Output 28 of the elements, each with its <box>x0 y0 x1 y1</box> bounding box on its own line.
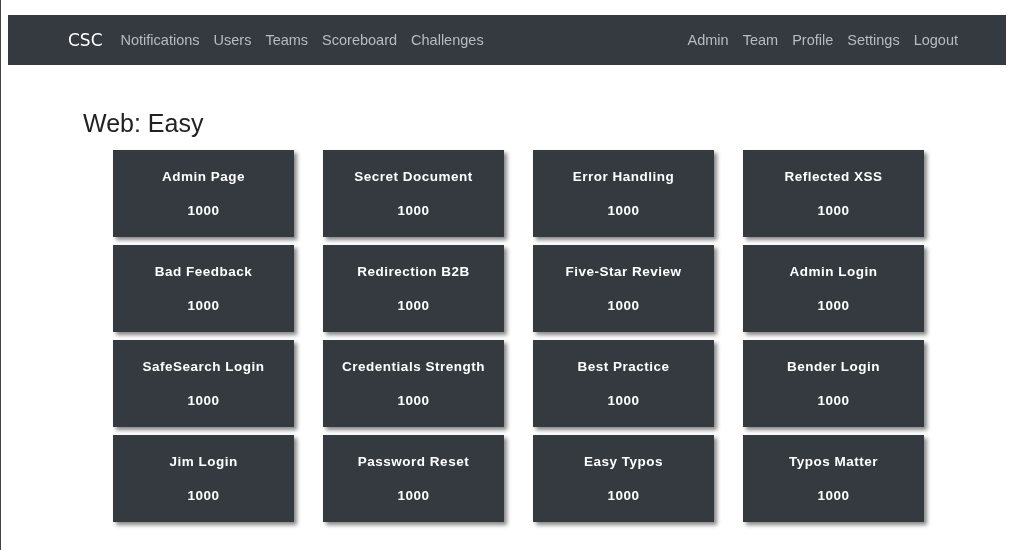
challenge-button[interactable]: Jim Login 1000 <box>113 435 294 522</box>
nav-link[interactable]: Users <box>213 32 252 48</box>
nav-link[interactable]: Notifications <box>120 32 200 48</box>
challenge-button[interactable]: Typos Matter 1000 <box>743 435 924 522</box>
nav-link[interactable]: Scoreboard <box>322 32 398 48</box>
nav-link[interactable]: Team <box>742 32 779 48</box>
nav-link[interactable]: Admin <box>687 32 729 48</box>
challenge-button[interactable]: Reflected XSS 1000 <box>743 150 924 237</box>
nav-link[interactable]: Profile <box>792 32 834 48</box>
challenge-button[interactable]: Redirection B2B 1000 <box>323 245 504 332</box>
challenge-button[interactable]: Bad Feedback 1000 <box>113 245 294 332</box>
challenge-button[interactable]: SafeSearch Login 1000 <box>113 340 294 427</box>
challenge-button[interactable]: Password Reset 1000 <box>323 435 504 522</box>
challenge-button[interactable]: Error Handling 1000 <box>533 150 714 237</box>
challenge-button[interactable]: Admin Login 1000 <box>743 245 924 332</box>
challenge-button[interactable]: Bender Login 1000 <box>743 340 924 427</box>
challenge-button[interactable]: Secret Document 1000 <box>323 150 504 237</box>
nav-link[interactable]: Settings <box>847 32 900 48</box>
category-title: Web: Easy <box>83 109 205 138</box>
challenge-button[interactable]: Credentials Strength 1000 <box>323 340 504 427</box>
nav-link[interactable]: Challenges <box>411 32 484 48</box>
nav-link[interactable]: Teams <box>265 32 309 48</box>
nav-link[interactable]: Logout <box>913 32 958 48</box>
challenge-button[interactable]: Admin Page 1000 <box>113 150 294 237</box>
challenge-button[interactable]: Five-Star Review 1000 <box>533 245 714 332</box>
brand-link[interactable]: CSC <box>68 30 103 50</box>
challenge-button[interactable]: Easy Typos 1000 <box>533 435 714 522</box>
challenge-button[interactable]: Best Practice 1000 <box>533 340 714 427</box>
